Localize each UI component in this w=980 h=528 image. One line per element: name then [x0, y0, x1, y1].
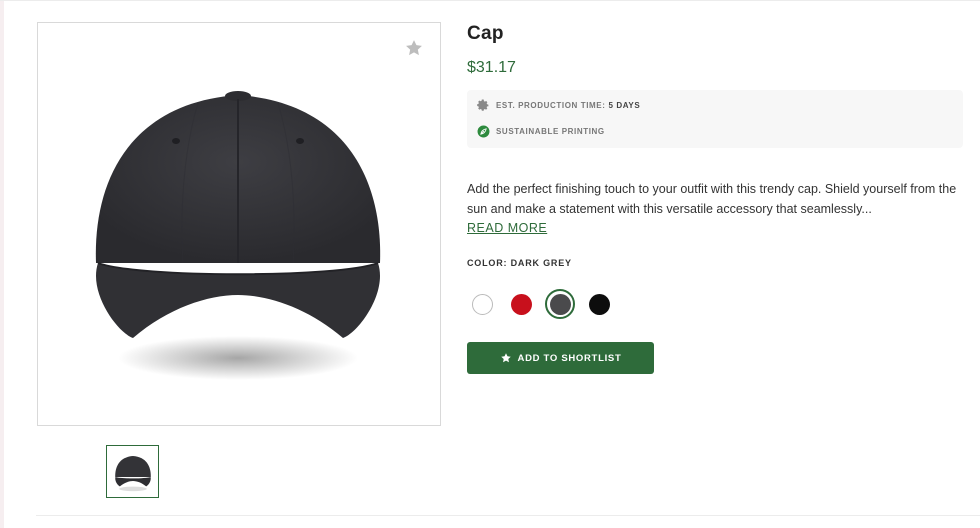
thumbnail-cap[interactable] [106, 445, 159, 498]
swatch-black[interactable] [584, 289, 614, 319]
bottom-divider [36, 515, 980, 516]
production-time-value: 5 DAYS [608, 101, 641, 110]
swatch-white[interactable] [467, 289, 497, 319]
page-edge [0, 0, 4, 528]
gear-icon [477, 99, 490, 112]
sustainable-label: SUSTAINABLE PRINTING [496, 127, 605, 136]
color-label: COLOR: DARK GREY [467, 258, 572, 268]
sustainable-row: SUSTAINABLE PRINTING [477, 125, 605, 138]
add-to-shortlist-label: ADD TO SHORTLIST [517, 352, 622, 364]
swatch-dark-grey-fill [549, 293, 571, 315]
product-image [37, 22, 441, 426]
production-info-box: EST. PRODUCTION TIME: 5 DAYS SUSTAINABLE… [467, 90, 963, 148]
production-time-label: EST. PRODUCTION TIME: [496, 101, 606, 110]
swatch-red-fill [510, 293, 532, 315]
product-description: Add the perfect finishing touch to your … [467, 180, 963, 239]
production-time-row: EST. PRODUCTION TIME: 5 DAYS [477, 99, 640, 112]
product-title: Cap [467, 23, 504, 44]
swatch-dark-grey[interactable] [545, 289, 575, 319]
swatch-white-fill [471, 293, 493, 315]
star-icon [500, 352, 512, 364]
leaf-icon [477, 125, 490, 138]
thumbnail-cap-image [114, 455, 151, 491]
swatch-red[interactable] [506, 289, 536, 319]
product-price: $31.17 [467, 59, 516, 76]
cap-image [95, 91, 381, 380]
add-to-shortlist-button[interactable]: ADD TO SHORTLIST [467, 342, 654, 374]
top-divider [0, 0, 980, 1]
product-info: Cap $31.17 EST. PRODUCTION TIME: 5 DAYS … [467, 20, 967, 374]
color-swatches [467, 289, 623, 319]
swatch-black-fill [588, 293, 610, 315]
read-more-link[interactable]: READ MORE [467, 219, 547, 239]
description-text: Add the perfect finishing touch to your … [467, 182, 957, 216]
favorite-star-icon[interactable] [404, 38, 424, 58]
